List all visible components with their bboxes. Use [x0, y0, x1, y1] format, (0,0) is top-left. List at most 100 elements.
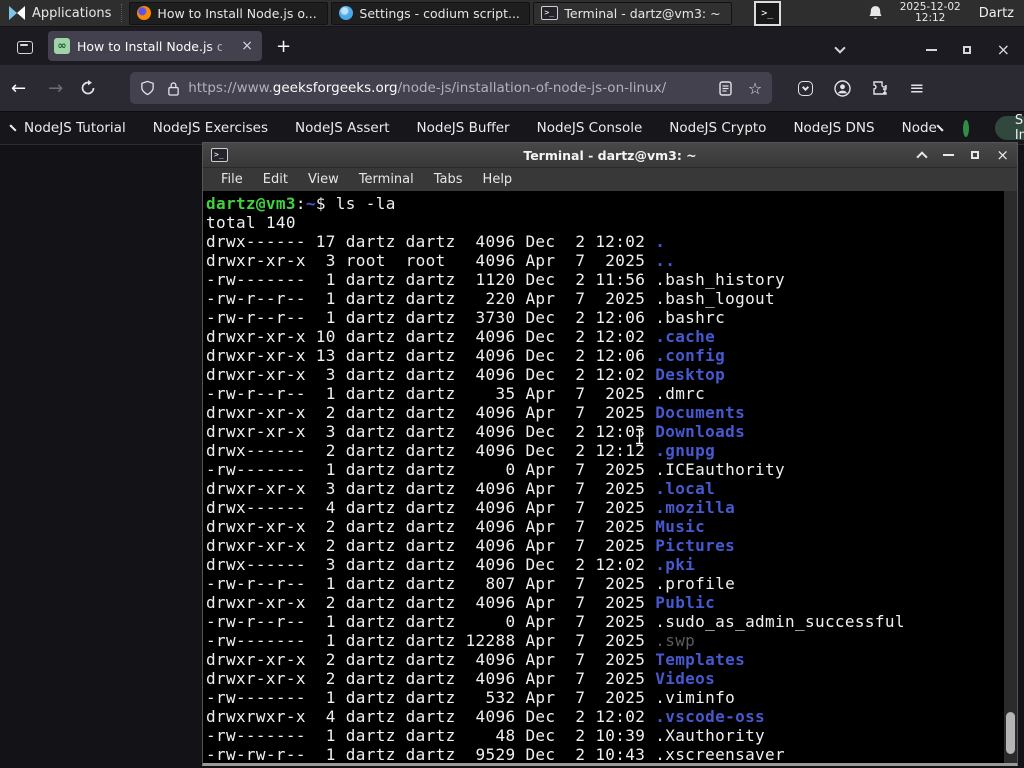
reload-icon[interactable]	[80, 80, 96, 96]
terminal-output-line: total 140	[206, 213, 296, 232]
window-shade-button[interactable]	[916, 151, 929, 163]
new-tab-button[interactable]: +	[276, 36, 291, 57]
browser-toolbar: ← → https://www.geeksforgeeks.org/node-j…	[0, 65, 1024, 112]
terminal-output-line: drwxr-xr-x 2 dartz dartz 4096 Apr 7 2025…	[206, 593, 716, 612]
url-path: /node-js/installation-of-node-js-on-linu…	[397, 80, 667, 96]
menu-edit[interactable]: Edit	[253, 172, 298, 187]
vscodium-icon	[339, 6, 354, 20]
terminal-output-line: drwxr-xr-x 2 dartz dartz 4096 Apr 7 2025…	[206, 517, 706, 536]
nav-scroll-left-icon[interactable]	[9, 124, 17, 132]
window-minimize-button[interactable]	[925, 49, 937, 51]
tab-title: How to Install Node.js on	[77, 38, 222, 54]
menu-view[interactable]: View	[298, 172, 349, 187]
menu-file[interactable]: File	[211, 172, 253, 187]
site-nav-link[interactable]: Node	[902, 120, 937, 136]
terminal-output-line: drwx------ 2 dartz dartz 4096 Dec 2 12:1…	[206, 441, 716, 460]
terminal-output-line: -rw-r--r-- 1 dartz dartz 807 Apr 7 2025 …	[206, 574, 736, 593]
nav-scroll-right-icon[interactable]	[936, 124, 944, 132]
terminal-titlebar[interactable]: >_ Terminal - dartz@vm3: ~ ×	[203, 143, 1017, 168]
forward-button[interactable]: →	[37, 78, 74, 99]
terminal-content[interactable]: dartz@vm3:~$ ls -la total 140 drwx------ 1…	[203, 191, 1017, 763]
firefox-view-button[interactable]	[10, 33, 40, 61]
window-maximize-button[interactable]	[962, 46, 971, 54]
terminal-scrollbar[interactable]	[1004, 191, 1017, 763]
sign-in-button[interactable]: Sign In	[994, 113, 1024, 143]
pocket-chevron	[802, 83, 810, 91]
tray-terminal-launcher[interactable]: >_	[753, 0, 781, 26]
url-domain: geeksforgeeks.org	[272, 80, 398, 96]
site-nav-link[interactable]: NodeJS Console	[537, 120, 643, 136]
terminal-output-line: -rw------- 1 dartz dartz 1120 Dec 2 11:5…	[206, 270, 786, 289]
applications-label: Applications	[32, 5, 112, 21]
menu-tabs[interactable]: Tabs	[424, 172, 473, 187]
url-bar[interactable]: https://www.geeksforgeeks.org/node-js/in…	[130, 72, 773, 104]
terminal-output-line: -rw-r--r-- 1 dartz dartz 0 Apr 7 2025 .s…	[206, 612, 905, 631]
terminal-output-line: drwxr-xr-x 10 dartz dartz 4096 Dec 2 12:…	[206, 327, 716, 346]
window-minimize-button[interactable]	[943, 154, 955, 156]
pocket-save-icon[interactable]	[798, 80, 814, 96]
taskbar-button-firefox[interactable]: How to Install Node.js o...	[129, 1, 329, 25]
taskbar-window-title: Settings - codium script...	[359, 5, 520, 21]
clock-time: 12:12	[915, 12, 946, 24]
terminal-window-title: Terminal - dartz@vm3: ~	[523, 147, 697, 163]
window-close-button[interactable]: ×	[997, 42, 1010, 58]
menu-terminal[interactable]: Terminal	[349, 172, 424, 187]
terminal-output-line: drwx------ 4 dartz dartz 4096 Apr 7 2025…	[206, 498, 736, 517]
extensions-puzzle-icon[interactable]	[872, 80, 888, 96]
menu-help[interactable]: Help	[473, 172, 523, 187]
tab-close-button[interactable]: ×	[238, 38, 256, 54]
window-close-button[interactable]: ×	[996, 148, 1009, 163]
account-icon[interactable]	[834, 79, 851, 97]
notification-bell-icon[interactable]	[867, 5, 884, 22]
site-nav-link[interactable]: NodeJS Tutorial	[24, 120, 126, 136]
menu-hamburger-icon[interactable]: ≡	[909, 78, 924, 99]
terminal-output-line: drwxr-xr-x 13 dartz dartz 4096 Dec 2 12:…	[206, 346, 726, 365]
terminal-output-line: -rw------- 1 dartz dartz 532 Apr 7 2025 …	[206, 688, 736, 707]
terminal-output-line: -rw------- 1 dartz dartz 12288 Apr 7 202…	[206, 631, 696, 650]
terminal-output-line: drwxr-xr-x 2 dartz dartz 4096 Apr 7 2025…	[206, 536, 736, 555]
terminal-output-line: -rw-r--r-- 1 dartz dartz 220 Apr 7 2025 …	[206, 289, 776, 308]
panel-separator	[121, 4, 125, 22]
applications-menu-button[interactable]: Applications	[0, 0, 119, 27]
list-all-tabs-chevron-icon[interactable]	[833, 42, 846, 54]
terminal-output-line: drwxr-xr-x 2 dartz dartz 4096 Apr 7 2025…	[206, 669, 716, 688]
terminal-menubar: File Edit View Terminal Tabs Help	[203, 168, 1017, 191]
terminal-output-line: drwx------ 3 dartz dartz 4096 Dec 2 12:0…	[206, 555, 696, 574]
site-nav-link[interactable]: NodeJS Crypto	[669, 120, 766, 136]
site-nav-link[interactable]: NodeJS Exercises	[153, 120, 268, 136]
window-maximize-button[interactable]	[971, 151, 980, 159]
tracking-shield-icon[interactable]	[140, 80, 155, 96]
site-nav-link[interactable]: NodeJS Assert	[295, 120, 390, 136]
panel-clock[interactable]: 2025-12-02 12:12	[900, 2, 961, 24]
terminal-output-line: -rw-r--r-- 1 dartz dartz 35 Apr 7 2025 .…	[206, 384, 706, 403]
terminal-output-line: dartz@vm3:~$ ls -la	[206, 194, 396, 213]
taskbar-button-vscodium[interactable]: Settings - codium script...	[331, 1, 531, 25]
terminal-output-line: drwxr-xr-x 3 dartz dartz 4096 Apr 7 2025…	[206, 479, 716, 498]
browser-tab-bar: ∞ How to Install Node.js on × + ×	[0, 27, 1024, 65]
terminal-output-line: drwxr-xr-x 2 dartz dartz 4096 Apr 7 2025…	[206, 650, 746, 669]
terminal-output-line: drwx------ 17 dartz dartz 4096 Dec 2 12:…	[206, 232, 666, 251]
geeksforgeeks-favicon: ∞	[54, 38, 70, 54]
terminal-output-line: -rw-rw-r-- 1 dartz dartz 9529 Dec 2 10:4…	[206, 745, 786, 763]
site-nav-link[interactable]: NodeJS DNS	[793, 120, 874, 136]
reader-mode-icon[interactable]	[719, 80, 732, 96]
search-icon[interactable]	[962, 119, 969, 137]
site-nav-link[interactable]: NodeJS Buffer	[417, 120, 510, 136]
url-text: https://www.geeksforgeeks.org/node-js/in…	[188, 80, 711, 96]
terminal-scrollbar-thumb[interactable]	[1006, 712, 1015, 754]
terminal-output-line: drwxr-xr-x 3 dartz dartz 4096 Dec 2 12:0…	[206, 422, 746, 441]
back-button[interactable]: ←	[0, 78, 37, 99]
terminal-output-line: -rw-r--r-- 1 dartz dartz 3730 Dec 2 12:0…	[206, 308, 726, 327]
taskbar-window-title: Terminal - dartz@vm3: ~	[564, 5, 721, 21]
user-menu[interactable]: Dartz	[979, 6, 1014, 21]
lock-icon[interactable]	[167, 81, 180, 96]
terminal-output-line: -rw------- 1 dartz dartz 0 Apr 7 2025 .I…	[206, 460, 786, 479]
bookmark-star-icon[interactable]: ☆	[748, 79, 762, 98]
site-navigation-bar: NodeJS Tutorial NodeJS Exercises NodeJS …	[0, 112, 1024, 145]
terminal-output-line: drwxr-xr-x 3 dartz dartz 4096 Dec 2 12:0…	[206, 365, 726, 384]
firefox-view-icon	[17, 40, 33, 54]
taskbar-button-terminal[interactable]: >_ Terminal - dartz@vm3: ~	[533, 1, 733, 25]
url-scheme: https://www.	[188, 80, 273, 96]
browser-tab-active[interactable]: ∞ How to Install Node.js on ×	[48, 31, 262, 61]
terminal-output: dartz@vm3:~$ ls -la total 140 drwx------ 1…	[203, 191, 1017, 763]
